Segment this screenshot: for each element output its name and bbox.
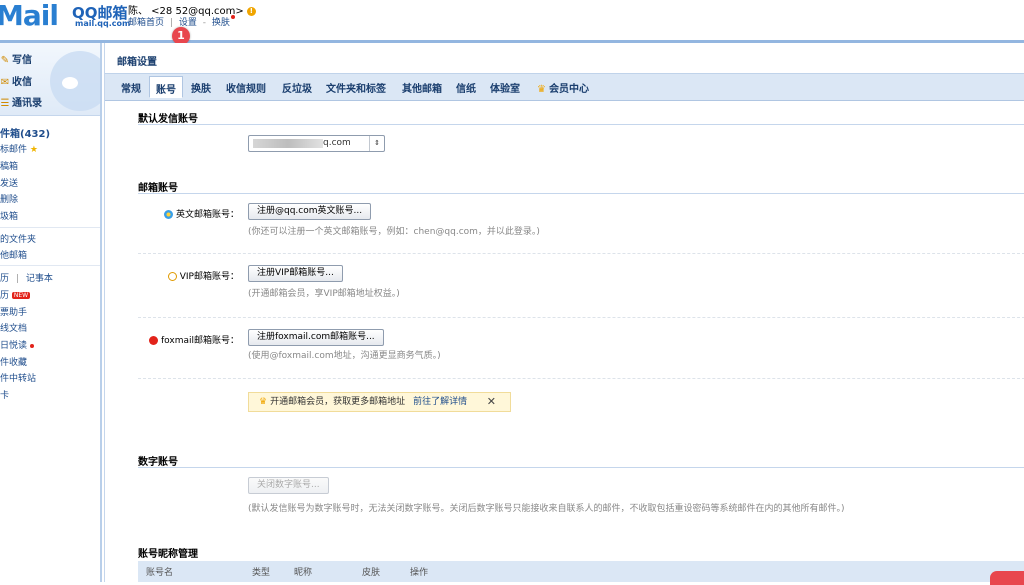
new-badge: NEW (11, 292, 31, 299)
red-dot-icon (30, 343, 35, 348)
mascot-eye-icon (62, 77, 78, 89)
promo-details-link[interactable]: 前往了解详情 (413, 397, 467, 407)
column-account-name: 账号名 (146, 568, 174, 578)
pen-icon: ✎ (0, 55, 10, 66)
sidebar-app-calendar[interactable]: 历 (0, 274, 9, 284)
sender-select-value: q.com (323, 138, 351, 148)
tab-other-mailboxes[interactable]: 其他邮箱 (402, 80, 442, 95)
dashed-divider (138, 378, 1024, 379)
column-skin: 皮肤 (362, 568, 381, 578)
sidebar-folder-deleted[interactable]: 删除 (0, 192, 18, 205)
english-account-icon (163, 210, 173, 219)
vip-at-icon (167, 272, 177, 281)
sidebar-contacts-button[interactable]: ☰ 通讯录 (0, 94, 42, 109)
section-title-digital-account: 数字账号 (138, 457, 178, 468)
tab-receive-rules[interactable]: 收信规则 (226, 80, 266, 95)
qq-mail-logo[interactable]: Mail QQ邮箱 mail.qq.com (0, 0, 130, 34)
logo-domain-text: mail.qq.com (75, 19, 131, 28)
envelope-icon: ✉ (0, 77, 10, 88)
close-digital-account-button[interactable]: 关闭数字账号... (248, 477, 329, 494)
vip-promo-banner: ♛ 开通邮箱会员，获取更多邮箱地址 前往了解详情 ✕ (248, 392, 511, 412)
tab-stationery[interactable]: 信纸 (456, 80, 476, 95)
sidebar-folder-starred[interactable]: 标邮件 ★ (0, 142, 38, 155)
corner-notification-badge[interactable] (990, 571, 1024, 585)
left-sidebar: ✎ 写信 ✉ 收信 ☰ 通讯录 件箱(432) 标邮件 ★ 稿箱 发送 删除 圾箱 的… (0, 43, 102, 582)
top-header: Mail QQ邮箱 mail.qq.com 陈、 <28 52@qq.com>!… (0, 0, 1024, 40)
foxmail-account-hint: (使用@foxmail.com地址，沟通更显商务气质。) (248, 351, 441, 361)
crown-icon: ♛ (259, 397, 268, 407)
crown-icon: ♛ (537, 84, 546, 95)
promo-text: 开通邮箱会员，获取更多邮箱地址 (270, 397, 406, 407)
column-nickname: 昵称 (294, 568, 313, 578)
blurred-email-redaction (253, 139, 323, 148)
tab-lab[interactable]: 体验室 (490, 80, 520, 95)
sidebar-app-notebook[interactable]: 记事本 (26, 274, 53, 284)
tab-anti-spam[interactable]: 反垃圾 (282, 80, 312, 95)
sidebar-other-mailboxes[interactable]: 他邮箱 (0, 248, 27, 261)
settings-tab-bar: 常规 账号 换肤 收信规则 反垃圾 文件夹和标签 其他邮箱 信纸 体验室 ♛ 会员… (105, 73, 1024, 101)
sidebar-app-favorites[interactable]: 件收藏 (0, 355, 27, 368)
warning-icon[interactable]: ! (246, 6, 256, 16)
tab-account[interactable]: 账号 (149, 76, 183, 98)
link-separator: | (169, 18, 173, 28)
sidebar-inbox-button[interactable]: ✉ 收信 (0, 73, 32, 88)
nickname-table-header: 账号名 类型 昵称 皮肤 操作 (138, 561, 1024, 582)
section-divider (138, 124, 1024, 125)
sidebar-my-folders[interactable]: 的文件夹 (0, 232, 36, 245)
select-arrow-icon: ⇕ (369, 136, 384, 151)
star-icon: ★ (29, 145, 38, 155)
sidebar-app-file-transfer[interactable]: 件中转站 (0, 371, 36, 384)
sidebar-folder-inbox[interactable]: 件箱(432) (0, 125, 50, 140)
dashed-divider (138, 253, 1024, 254)
page-title: 邮箱设置 (117, 57, 157, 68)
column-actions: 操作 (410, 568, 429, 578)
section-title-default-sender: 默认发信账号 (138, 114, 198, 125)
logo-mail-text: Mail (0, 0, 59, 32)
vip-account-hint: (开通邮箱会员，享VIP邮箱地址权益。) (248, 289, 400, 299)
red-dot-icon (230, 15, 235, 19)
sidebar-app-ticket-assistant[interactable]: 票助手 (0, 305, 27, 318)
dashed-divider (138, 317, 1024, 318)
english-account-label: 英文邮箱账号： (163, 207, 239, 220)
sidebar-app-cards[interactable]: 卡 (0, 388, 9, 401)
sidebar-folder-spam[interactable]: 圾箱 (0, 209, 18, 222)
sidebar-divider (0, 265, 100, 266)
register-english-account-button[interactable]: 注册@qq.com英文账号... (248, 203, 372, 220)
address-book-icon: ☰ (0, 98, 10, 109)
section-title-nickname: 账号昵称管理 (138, 549, 198, 560)
sidebar-write-button[interactable]: ✎ 写信 (0, 51, 32, 66)
sidebar-calendar-notes: 历 | 记事本 (0, 271, 53, 284)
section-title-mail-accounts: 邮箱账号 (138, 183, 178, 194)
default-sender-select[interactable]: q.com ⇕ (248, 135, 385, 152)
close-icon[interactable]: ✕ (487, 393, 496, 411)
tab-general[interactable]: 常规 (121, 80, 141, 95)
vip-account-label: VIP邮箱账号： (163, 269, 239, 282)
english-account-hint: (你还可以注册一个英文邮箱账号，例如：chen@qq.com，并以此登录。) (248, 227, 540, 237)
foxmail-icon (148, 336, 158, 345)
sidebar-app-daily-reading[interactable]: 日悦读 (0, 338, 35, 351)
foxmail-account-label: foxmail邮箱账号： (145, 333, 239, 346)
sidebar-app-history[interactable]: 历 NEW (0, 288, 31, 301)
register-foxmail-account-button[interactable]: 注册foxmail.com邮箱账号... (248, 329, 384, 346)
tab-skin[interactable]: 换肤 (191, 80, 211, 95)
sidebar-folder-sent[interactable]: 发送 (0, 176, 18, 189)
settings-panel: 邮箱设置 常规 账号 换肤 收信规则 反垃圾 文件夹和标签 其他邮箱 信纸 体验… (104, 43, 1024, 582)
app-separator: | (15, 274, 19, 284)
section-divider (138, 467, 1024, 468)
link-separator: - (202, 18, 206, 28)
change-skin-link[interactable]: 换肤 (212, 18, 230, 28)
sidebar-divider (0, 227, 100, 228)
sidebar-folder-drafts[interactable]: 稿箱 (0, 159, 18, 172)
section-divider (138, 193, 1024, 194)
tab-folders-labels[interactable]: 文件夹和标签 (326, 80, 386, 95)
digital-account-hint: (默认发信账号为数字账号时，无法关闭数字账号。关闭后数字账号只能接收来自联系人的… (248, 504, 845, 514)
sidebar-app-online-docs[interactable]: 线文档 (0, 321, 27, 334)
register-vip-account-button[interactable]: 注册VIP邮箱账号... (248, 265, 343, 282)
mail-home-link[interactable]: 邮箱首页 (128, 18, 164, 28)
tab-member-center[interactable]: ♛ 会员中心 (537, 80, 589, 95)
column-type: 类型 (252, 568, 271, 578)
